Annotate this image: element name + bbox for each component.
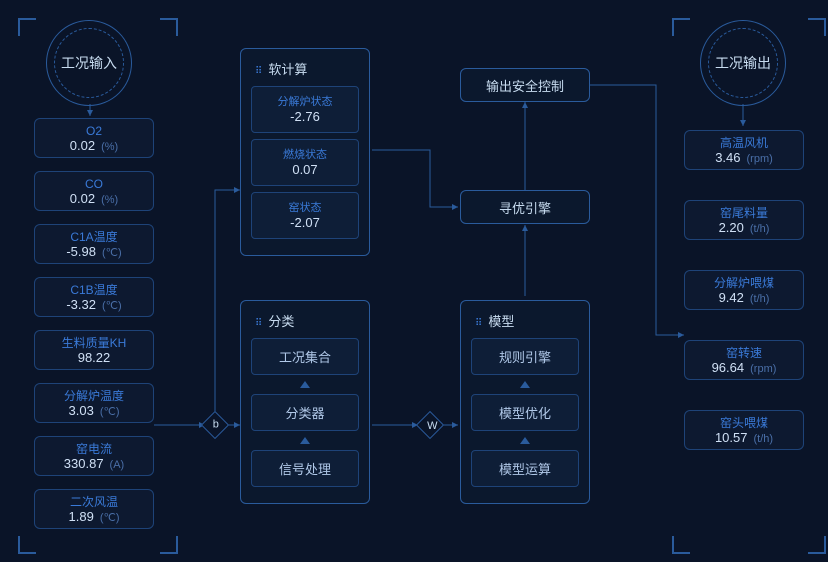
soft-sub-label: 燃烧状态 bbox=[252, 148, 358, 162]
soft-sub-value: -2.76 bbox=[252, 109, 358, 124]
input-unit: (%) bbox=[101, 194, 118, 206]
output-card: 分解炉喂煤9.42 (t/h) bbox=[684, 270, 804, 310]
output-value: 2.20 bbox=[719, 220, 744, 235]
bracket-output-bl bbox=[672, 536, 690, 554]
output-label: 高温风机 bbox=[720, 136, 768, 150]
model-panel: 模型 规则引擎模型优化模型运算 bbox=[460, 300, 590, 504]
bracket-input-tr bbox=[160, 18, 178, 36]
output-value: 9.42 bbox=[719, 290, 744, 305]
input-label: C1B温度 bbox=[70, 283, 117, 297]
arrow-up-icon bbox=[520, 437, 530, 444]
model-title: 模型 bbox=[475, 311, 579, 330]
input-card: C1B温度-3.32 (℃) bbox=[34, 277, 154, 317]
arrow-up-icon bbox=[300, 437, 310, 444]
arrow-up-icon bbox=[520, 381, 530, 388]
diamond-w-label: W bbox=[427, 420, 437, 432]
input-value: -3.32 bbox=[66, 297, 96, 312]
soft-box: 窑状态-2.07 bbox=[251, 192, 359, 239]
safety-label: 输出安全控制 bbox=[486, 76, 564, 95]
soft-sub-label: 分解炉状态 bbox=[252, 95, 358, 109]
input-card: 分解炉温度3.03 (℃) bbox=[34, 383, 154, 423]
input-unit: (℃) bbox=[102, 246, 122, 259]
bracket-output-tl bbox=[672, 18, 690, 36]
diamond-b-label: b bbox=[213, 418, 219, 430]
soft-title: 软计算 bbox=[255, 59, 359, 78]
bracket-output-tr bbox=[808, 18, 826, 36]
soft-sub-label: 窑状态 bbox=[252, 201, 358, 215]
input-card: O20.02 (%) bbox=[34, 118, 154, 158]
classify-box: 分类器 bbox=[251, 394, 359, 431]
output-unit: (t/h) bbox=[750, 293, 770, 305]
soft-box: 燃烧状态0.07 bbox=[251, 139, 359, 186]
input-value: 330.87 bbox=[64, 456, 104, 471]
safety-box: 输出安全控制 bbox=[460, 68, 590, 102]
input-ring: 工况输入 bbox=[46, 20, 132, 106]
model-box: 规则引擎 bbox=[471, 338, 579, 375]
bracket-input-bl bbox=[18, 536, 36, 554]
output-value: 3.46 bbox=[715, 150, 740, 165]
output-value: 96.64 bbox=[712, 360, 745, 375]
input-label: CO bbox=[85, 177, 103, 191]
classify-title: 分类 bbox=[255, 311, 359, 330]
soft-box: 分解炉状态-2.76 bbox=[251, 86, 359, 133]
output-label: 分解炉喂煤 bbox=[714, 276, 774, 290]
output-card: 窑尾料量2.20 (t/h) bbox=[684, 200, 804, 240]
output-card: 高温风机3.46 (rpm) bbox=[684, 130, 804, 170]
arrow-up-icon bbox=[300, 381, 310, 388]
input-title: 工况输入 bbox=[61, 53, 117, 73]
classify-box: 工况集合 bbox=[251, 338, 359, 375]
bracket-input-tl bbox=[18, 18, 36, 36]
input-label: 生料质量KH bbox=[62, 336, 127, 350]
input-value: 98.22 bbox=[78, 350, 111, 365]
output-label: 窑尾料量 bbox=[720, 206, 768, 220]
classify-box: 信号处理 bbox=[251, 450, 359, 487]
input-card: 生料质量KH98.22 bbox=[34, 330, 154, 370]
input-unit: (℃) bbox=[102, 299, 122, 312]
model-box: 模型运算 bbox=[471, 450, 579, 487]
input-value: 0.02 bbox=[70, 191, 95, 206]
opt-engine-label: 寻优引擎 bbox=[499, 198, 551, 217]
output-label: 窑转速 bbox=[726, 346, 762, 360]
input-card: 二次风温1.89 (℃) bbox=[34, 489, 154, 529]
output-ring: 工况输出 bbox=[700, 20, 786, 106]
input-unit: (A) bbox=[110, 459, 125, 471]
bracket-output-br bbox=[808, 536, 826, 554]
input-value: 3.03 bbox=[69, 403, 94, 418]
bracket-input-br bbox=[160, 536, 178, 554]
output-unit: (t/h) bbox=[753, 433, 773, 445]
output-title: 工况输出 bbox=[715, 53, 771, 73]
output-card: 窑转速96.64 (rpm) bbox=[684, 340, 804, 380]
soft-calc-panel: 软计算 分解炉状态-2.76 燃烧状态0.07 窑状态-2.07 bbox=[240, 48, 370, 256]
input-value: 1.89 bbox=[69, 509, 94, 524]
input-card: C1A温度-5.98 (℃) bbox=[34, 224, 154, 264]
input-label: 分解炉温度 bbox=[64, 389, 124, 403]
output-unit: (t/h) bbox=[750, 223, 770, 235]
output-unit: (rpm) bbox=[747, 153, 773, 165]
input-value: -5.98 bbox=[66, 244, 96, 259]
output-label: 窑头喂煤 bbox=[720, 416, 768, 430]
input-unit: (%) bbox=[101, 141, 118, 153]
input-card: CO0.02 (%) bbox=[34, 171, 154, 211]
input-value: 0.02 bbox=[70, 138, 95, 153]
input-unit: (℃) bbox=[100, 511, 120, 524]
input-label: O2 bbox=[86, 124, 102, 138]
opt-engine-box: 寻优引擎 bbox=[460, 190, 590, 224]
output-card: 窑头喂煤10.57 (t/h) bbox=[684, 410, 804, 450]
input-label: C1A温度 bbox=[70, 230, 117, 244]
soft-sub-value: -2.07 bbox=[252, 215, 358, 230]
input-label: 二次风温 bbox=[70, 495, 118, 509]
input-unit: (℃) bbox=[100, 405, 120, 418]
output-unit: (rpm) bbox=[750, 363, 776, 375]
model-box: 模型优化 bbox=[471, 394, 579, 431]
input-label: 窑电流 bbox=[76, 442, 112, 456]
classify-panel: 分类 工况集合分类器信号处理 bbox=[240, 300, 370, 504]
soft-sub-value: 0.07 bbox=[252, 162, 358, 177]
input-card: 窑电流330.87 (A) bbox=[34, 436, 154, 476]
output-value: 10.57 bbox=[715, 430, 748, 445]
